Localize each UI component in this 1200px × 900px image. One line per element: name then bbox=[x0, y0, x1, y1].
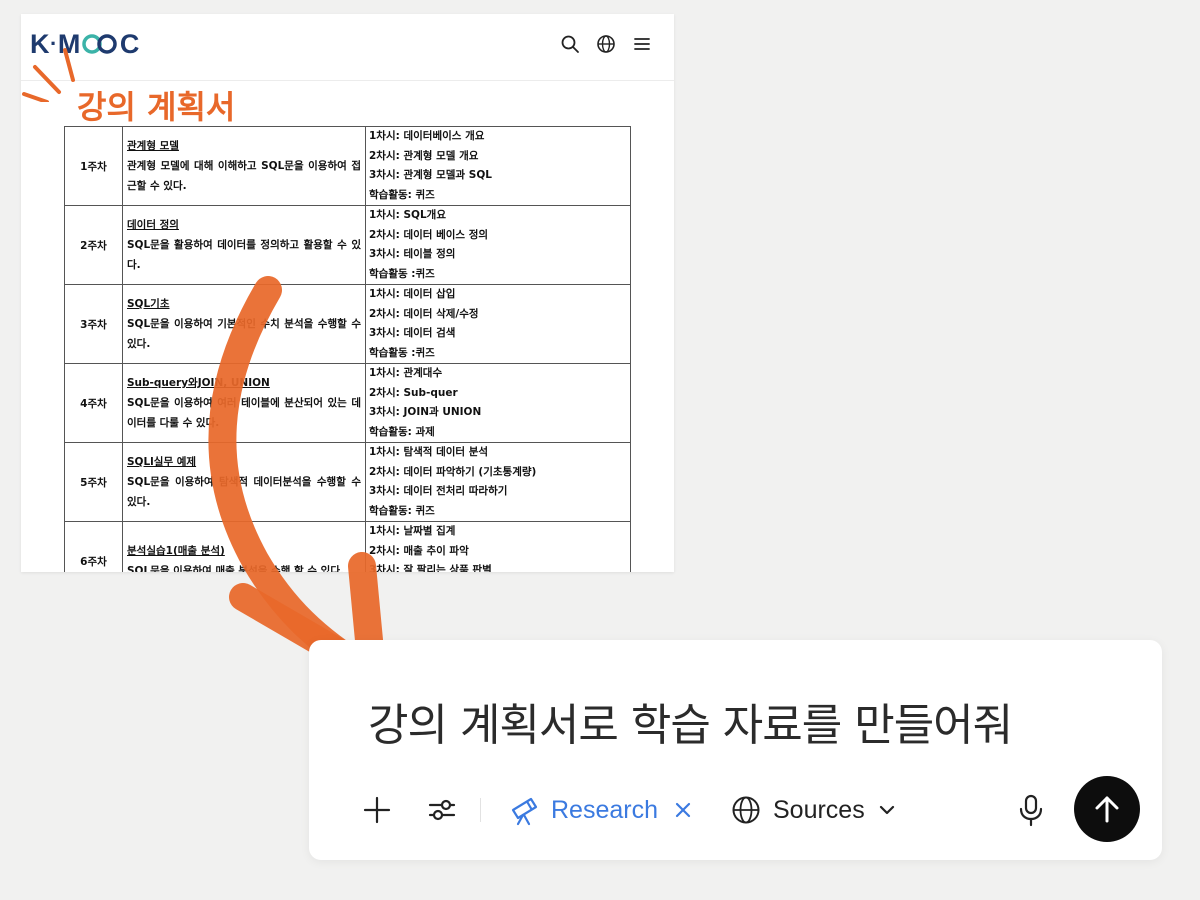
sessions-cell: 1차시: 탐색적 데이터 분석 2차시: 데이터 파악하기 (기초통계량) 3차시:… bbox=[365, 442, 631, 522]
goal-title: 분석실습1(매출 분석) bbox=[127, 545, 225, 557]
microphone-icon bbox=[1019, 794, 1043, 827]
session-item: 2차시: 데이터 베이스 정의 bbox=[369, 228, 489, 241]
goal-description: 관계형 모델에 대해 이해하고 SQL문을 이용하여 접근할 수 있다. bbox=[127, 160, 361, 192]
research-chip[interactable]: Research bbox=[509, 780, 692, 840]
sessions-cell: 1차시: 데이터베이스 개요 2차시: 관계형 모델 개요 3차시: 관계형 모델과… bbox=[365, 126, 631, 206]
document-preview: K · M C 강의 계획서 1주차 관계형 모델 관계형 모델에 대해 이해하… bbox=[21, 14, 674, 572]
session-item: 2차시: 데이터 파악하기 (기초통계량) bbox=[369, 465, 537, 478]
composer-toolbar: Research Sources bbox=[309, 780, 1162, 840]
goal-description: SQL문을 이용하여 탐색적 데이터분석을 수행할 수 있다. bbox=[127, 476, 361, 508]
session-item: 2차시: 데이터 삭제/수정 bbox=[369, 307, 479, 320]
session-item: 학습활동: 퀴즈 bbox=[369, 504, 435, 517]
sliders-icon bbox=[428, 799, 456, 821]
prompt-input[interactable]: 강의 계획서로 학습 자료를 만들어줘 bbox=[368, 689, 1013, 753]
goal-description: SQL문을 이용하여 여러 테이블에 분산되어 있는 데이터를 다룰 수 있다. bbox=[127, 397, 361, 429]
voice-input-button[interactable] bbox=[1018, 780, 1044, 840]
site-header: K · M C bbox=[21, 14, 674, 81]
table-row: 6주차 분석실습1(매출 분석) SQL문을 이용하여 매출 분석을 수행 할 수 … bbox=[64, 521, 631, 572]
session-item: 1차시: 관계대수 bbox=[369, 367, 443, 379]
session-item: 2차시: 관계형 모델 개요 bbox=[369, 149, 479, 162]
search-icon[interactable] bbox=[560, 34, 580, 54]
session-item: 1차시: 데이터베이스 개요 bbox=[369, 130, 485, 142]
session-item: 2차시: Sub-quer bbox=[369, 386, 458, 399]
research-label: Research bbox=[551, 795, 658, 824]
session-item: 학습활동: 과제 bbox=[369, 425, 435, 438]
goal-title: SQLl실무 예제 bbox=[127, 456, 197, 468]
goal-cell: 분석실습1(매출 분석) SQL문을 이용하여 매출 분석을 수행 할 수 있다. bbox=[122, 521, 366, 572]
goal-cell: SQL기초 SQL문을 이용하여 기본적인 수치 분석을 수행할 수 있다. bbox=[122, 284, 366, 364]
session-item: 1차시: 데이터 삽입 bbox=[369, 288, 456, 300]
goal-description: SQL문을 활용하여 데이터를 정의하고 활용할 수 있다. bbox=[127, 239, 361, 271]
session-item: 2차시: 매출 추이 파악 bbox=[369, 544, 469, 557]
telescope-icon bbox=[511, 797, 538, 826]
plus-icon bbox=[363, 796, 391, 824]
add-attachment-button[interactable] bbox=[363, 780, 391, 840]
table-row: 3주차 SQL기초 SQL문을 이용하여 기본적인 수치 분석을 수행할 수 있다.… bbox=[64, 284, 631, 364]
sessions-cell: 1차시: 관계대수 2차시: Sub-quer 3차시: JOIN과 UNION 학습… bbox=[365, 363, 631, 443]
week-cell: 4주차 bbox=[64, 363, 123, 443]
sessions-cell: 1차시: SQL개요 2차시: 데이터 베이스 정의 3차시: 테이블 정의학습활동… bbox=[365, 205, 631, 285]
session-item: 3차시: 데이터 전처리 따라하기 bbox=[369, 485, 508, 497]
prompt-composer: 강의 계획서로 학습 자료를 만들어줘 Research Sources bbox=[309, 640, 1162, 860]
week-cell: 1주차 bbox=[64, 126, 123, 206]
table-row: 2주차 데이터 정의 SQL문을 활용하여 데이터를 정의하고 활용할 수 있다. 1… bbox=[64, 205, 631, 285]
table-row: 1주차 관계형 모델 관계형 모델에 대해 이해하고 SQL문을 이용하여 접근할 … bbox=[64, 126, 631, 206]
goal-cell: SQLl실무 예제 SQL문을 이용하여 탐색적 데이터분석을 수행할 수 있다. bbox=[122, 442, 366, 522]
week-cell: 6주차 bbox=[64, 521, 123, 572]
goal-description: SQL문을 이용하여 매출 분석을 수행 할 수 있다. bbox=[127, 565, 344, 572]
goal-title: 데이터 정의 bbox=[127, 219, 179, 231]
week-cell: 2주차 bbox=[64, 205, 123, 285]
session-item: 3차시: JOIN과 UNION bbox=[369, 406, 482, 418]
goal-cell: Sub-query와JOIN, UNION SQL문을 이용하여 여러 테이블에 … bbox=[122, 363, 366, 443]
sessions-cell: 1차시: 데이터 삽입 2차시: 데이터 삭제/수정 3차시: 데이터 검색학습활동… bbox=[365, 284, 631, 364]
session-item: 3차시: 잘 팔리는 상품 판별 bbox=[369, 564, 492, 572]
tools-button[interactable] bbox=[427, 780, 457, 840]
goal-description: SQL문을 이용하여 기본적인 수치 분석을 수행할 수 있다. bbox=[127, 318, 361, 350]
menu-icon[interactable] bbox=[632, 34, 652, 54]
document-title: 강의 계획서 bbox=[77, 88, 236, 126]
session-item: 1차시: 날짜별 집계 bbox=[369, 525, 456, 537]
globe-icon[interactable] bbox=[596, 34, 616, 54]
session-item: 학습활동: 퀴즈 bbox=[369, 188, 435, 201]
chevron-down-icon bbox=[879, 805, 894, 815]
session-item: 3차시: 관계형 모델과 SQL bbox=[369, 169, 492, 181]
session-item: 학습활동 :퀴즈 bbox=[369, 346, 435, 359]
week-cell: 5주차 bbox=[64, 442, 123, 522]
table-row: 4주차 Sub-query와JOIN, UNION SQL문을 이용하여 여러 테이… bbox=[64, 363, 631, 443]
session-item: 1차시: 탐색적 데이터 분석 bbox=[369, 446, 489, 458]
goal-title: 관계형 모델 bbox=[127, 140, 179, 152]
sources-label: Sources bbox=[773, 795, 865, 824]
toolbar-divider bbox=[480, 798, 481, 822]
goal-cell: 데이터 정의 SQL문을 활용하여 데이터를 정의하고 활용할 수 있다. bbox=[122, 205, 366, 285]
goal-cell: 관계형 모델관계형 모델에 대해 이해하고 SQL문을 이용하여 접근할 수 있… bbox=[122, 126, 366, 206]
goal-title: Sub-query와JOIN, UNION bbox=[127, 377, 270, 389]
sources-dropdown[interactable]: Sources bbox=[731, 780, 897, 840]
session-item: 1차시: SQL개요 bbox=[369, 209, 446, 221]
send-button[interactable] bbox=[1074, 776, 1140, 842]
close-icon[interactable] bbox=[674, 801, 692, 819]
arrow-up-icon bbox=[1095, 796, 1119, 823]
course-plan-table: 1주차 관계형 모델 관계형 모델에 대해 이해하고 SQL문을 이용하여 접근할 … bbox=[64, 126, 631, 572]
goal-title: SQL기초 bbox=[127, 298, 170, 310]
table-row: 5주차 SQLl실무 예제 SQL문을 이용하여 탐색적 데이터분석을 수행할 수 … bbox=[64, 442, 631, 522]
globe-icon bbox=[732, 796, 760, 824]
week-cell: 3주차 bbox=[64, 284, 123, 364]
session-item: 3차시: 데이터 검색 bbox=[369, 327, 456, 339]
session-item: 3차시: 테이블 정의 bbox=[369, 248, 456, 260]
session-item: 학습활동 :퀴즈 bbox=[369, 267, 435, 280]
sessions-cell: 1차시: 날짜별 집계 2차시: 매출 추이 파악 3차시: 잘 팔리는 상품 판별… bbox=[365, 521, 631, 572]
